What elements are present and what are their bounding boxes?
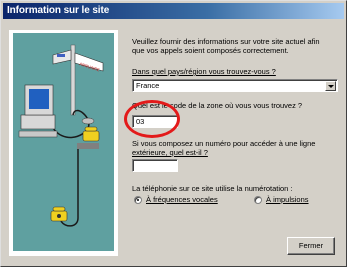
radio-pulse-label[interactable]: À impulsions bbox=[266, 195, 309, 204]
country-select-value: France bbox=[136, 81, 160, 90]
country-label: Dans quel pays/région vous trouvez-vous … bbox=[132, 67, 276, 76]
wizard-illustration: ANNUAIRE bbox=[9, 30, 118, 256]
country-select[interactable]: France bbox=[132, 79, 338, 92]
radio-pulse[interactable] bbox=[254, 196, 262, 204]
area-code-input[interactable]: 03 bbox=[132, 115, 178, 128]
area-code-value: 03 bbox=[136, 117, 145, 126]
window-title: Information sur le site bbox=[7, 5, 110, 16]
dialing-type-label: La téléphonie sur ce site utilise la num… bbox=[132, 184, 293, 193]
computer-icon bbox=[18, 84, 58, 138]
illustration-panel: ANNUAIRE bbox=[13, 33, 114, 251]
outside-line-label-2: extérieure, quel est-il ? bbox=[132, 148, 208, 157]
telephone-network-illustration: ANNUAIRE bbox=[13, 33, 114, 251]
radio-tone-label[interactable]: À fréquences vocales bbox=[146, 195, 218, 204]
radio-tone[interactable] bbox=[134, 196, 142, 204]
title-bar[interactable]: Information sur le site bbox=[3, 3, 344, 19]
intro-text-line-2: que vos appels soient composés correctem… bbox=[132, 46, 289, 55]
outside-line-input[interactable] bbox=[132, 159, 178, 172]
chevron-down-icon[interactable] bbox=[325, 81, 336, 91]
site-information-dialog: Information sur le site ANNUAIRE Veuille… bbox=[0, 0, 347, 267]
area-code-label: Quel est le code de la zone où vous vous… bbox=[132, 101, 303, 110]
close-button[interactable]: Fermer bbox=[287, 237, 335, 255]
intro-text-line-1: Veuillez fournir des informations sur vo… bbox=[132, 37, 320, 46]
phone-handset-icon bbox=[50, 206, 68, 222]
outside-line-label-1: Si vous composez un numéro pour accéder … bbox=[132, 139, 316, 148]
